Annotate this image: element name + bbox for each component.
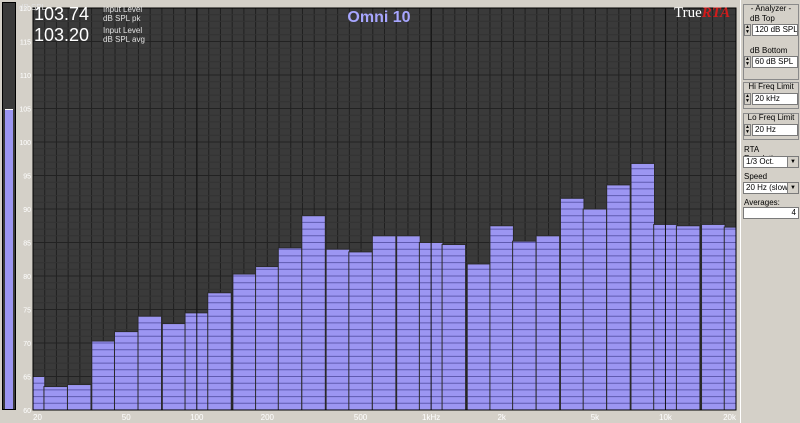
rta-bar <box>255 266 280 410</box>
hi-freq-label: Hi Freq Limit <box>748 82 794 91</box>
x-tick-label: 100 <box>190 413 204 422</box>
db-bottom-spinner[interactable]: ▲ ▼ <box>744 56 751 68</box>
hi-freq-spinner[interactable]: ▲ ▼ <box>744 93 751 105</box>
rta-bar <box>33 376 45 410</box>
brand-logo: TrueRTA <box>674 5 730 22</box>
db-top-field[interactable]: 120 dB SPL <box>752 24 798 36</box>
db-bottom-label: dB Bottom <box>750 46 788 55</box>
x-tick-label: 500 <box>354 413 368 422</box>
rta-bar <box>512 241 537 410</box>
avg-level-value: 103.20 <box>34 25 90 45</box>
x-tick-label: 2k <box>497 413 506 422</box>
input-level-meter <box>2 2 16 410</box>
hi-freq-field[interactable]: 20 kHz <box>752 93 798 105</box>
rta-bar <box>630 163 655 410</box>
rta-bar <box>91 340 116 410</box>
y-tick-label: 100 <box>19 140 31 147</box>
spin-down-icon[interactable]: ▼ <box>745 130 750 135</box>
y-tick-label: 105 <box>19 107 31 114</box>
rta-bar <box>724 227 736 410</box>
analyzer-group-label: - Analyzer - <box>750 4 792 13</box>
rta-bar <box>467 263 491 410</box>
lo-freq-spinner[interactable]: ▲ ▼ <box>744 124 751 136</box>
brand-suffix: RTA <box>701 5 731 21</box>
resolution-select[interactable]: 1/3 Oct. ▼ <box>743 156 799 168</box>
x-tick-label: 200 <box>261 413 275 422</box>
speed-value: 20 Hz (slow) <box>746 183 791 192</box>
rta-bar <box>489 225 514 410</box>
x-tick-label: 5k <box>591 413 600 422</box>
db-top-label: dB Top <box>750 14 775 23</box>
rta-window: 120 115 110 105 100 95 90 85 80 75 70 65 60 20 50 100 20… <box>0 0 800 423</box>
spin-down-icon[interactable]: ▼ <box>745 30 750 35</box>
analyzer-panel: - Analyzer - dB Top ▲ ▼ 120 dB SPL dB Bot… <box>740 0 800 423</box>
rta-bar <box>301 215 326 410</box>
y-tick-label: 75 <box>23 308 31 315</box>
lo-freq-label: Lo Freq Limit <box>747 113 795 122</box>
x-tick-label: 10k <box>659 413 673 422</box>
db-bottom-field[interactable]: 60 dB SPL <box>752 56 798 68</box>
y-tick-label: 65 <box>23 375 31 382</box>
chart-title: Omni 10 <box>347 9 411 26</box>
db-top-spinner[interactable]: ▲ ▼ <box>744 24 751 36</box>
y-tick-label: 95 <box>23 174 31 181</box>
brand-prefix: True <box>674 5 702 21</box>
rta-plot: 120 115 110 105 100 95 90 85 80 75 70 65 60 20 50 100 20… <box>18 0 740 423</box>
input-level-meter-fill <box>5 108 13 409</box>
spin-down-icon[interactable]: ▼ <box>745 99 750 104</box>
avg-level-label-1: Input Level <box>103 26 143 35</box>
rta-bar <box>278 247 302 410</box>
y-tick-label: 70 <box>23 341 31 348</box>
x-tick-label: 1kHz <box>422 413 440 422</box>
rta-bar <box>67 384 91 410</box>
rta-bar <box>207 292 232 410</box>
rta-bar <box>676 225 700 410</box>
y-tick-label: 115 <box>20 40 31 47</box>
y-tick-label: 90 <box>23 207 31 214</box>
y-tick-label: 85 <box>23 241 31 248</box>
x-tick-label: 50 <box>122 413 131 422</box>
y-tick-label: 60 <box>23 408 31 415</box>
resolution-value: 1/3 Oct. <box>746 157 775 166</box>
x-tick-label: 20 <box>33 413 42 422</box>
averages-label: Averages: <box>744 198 780 207</box>
chevron-down-icon[interactable]: ▼ <box>787 183 798 193</box>
averages-field[interactable]: 4 <box>743 207 799 219</box>
lo-freq-field[interactable]: 20 Hz <box>752 124 798 136</box>
rta-bar <box>560 198 584 410</box>
chevron-down-icon[interactable]: ▼ <box>787 157 798 167</box>
rta-bar <box>701 224 726 410</box>
x-tick-label: 20k <box>723 413 737 422</box>
avg-level-label-2: dB SPL avg <box>103 35 145 44</box>
spin-down-icon[interactable]: ▼ <box>745 62 750 67</box>
y-tick-label: 80 <box>23 274 31 281</box>
speed-select[interactable]: 20 Hz (slow) ▼ <box>743 182 799 194</box>
y-tick-label: 110 <box>20 73 31 80</box>
rta-chart: 120115110105100959085807570656020 50 100 20… <box>19 6 737 422</box>
